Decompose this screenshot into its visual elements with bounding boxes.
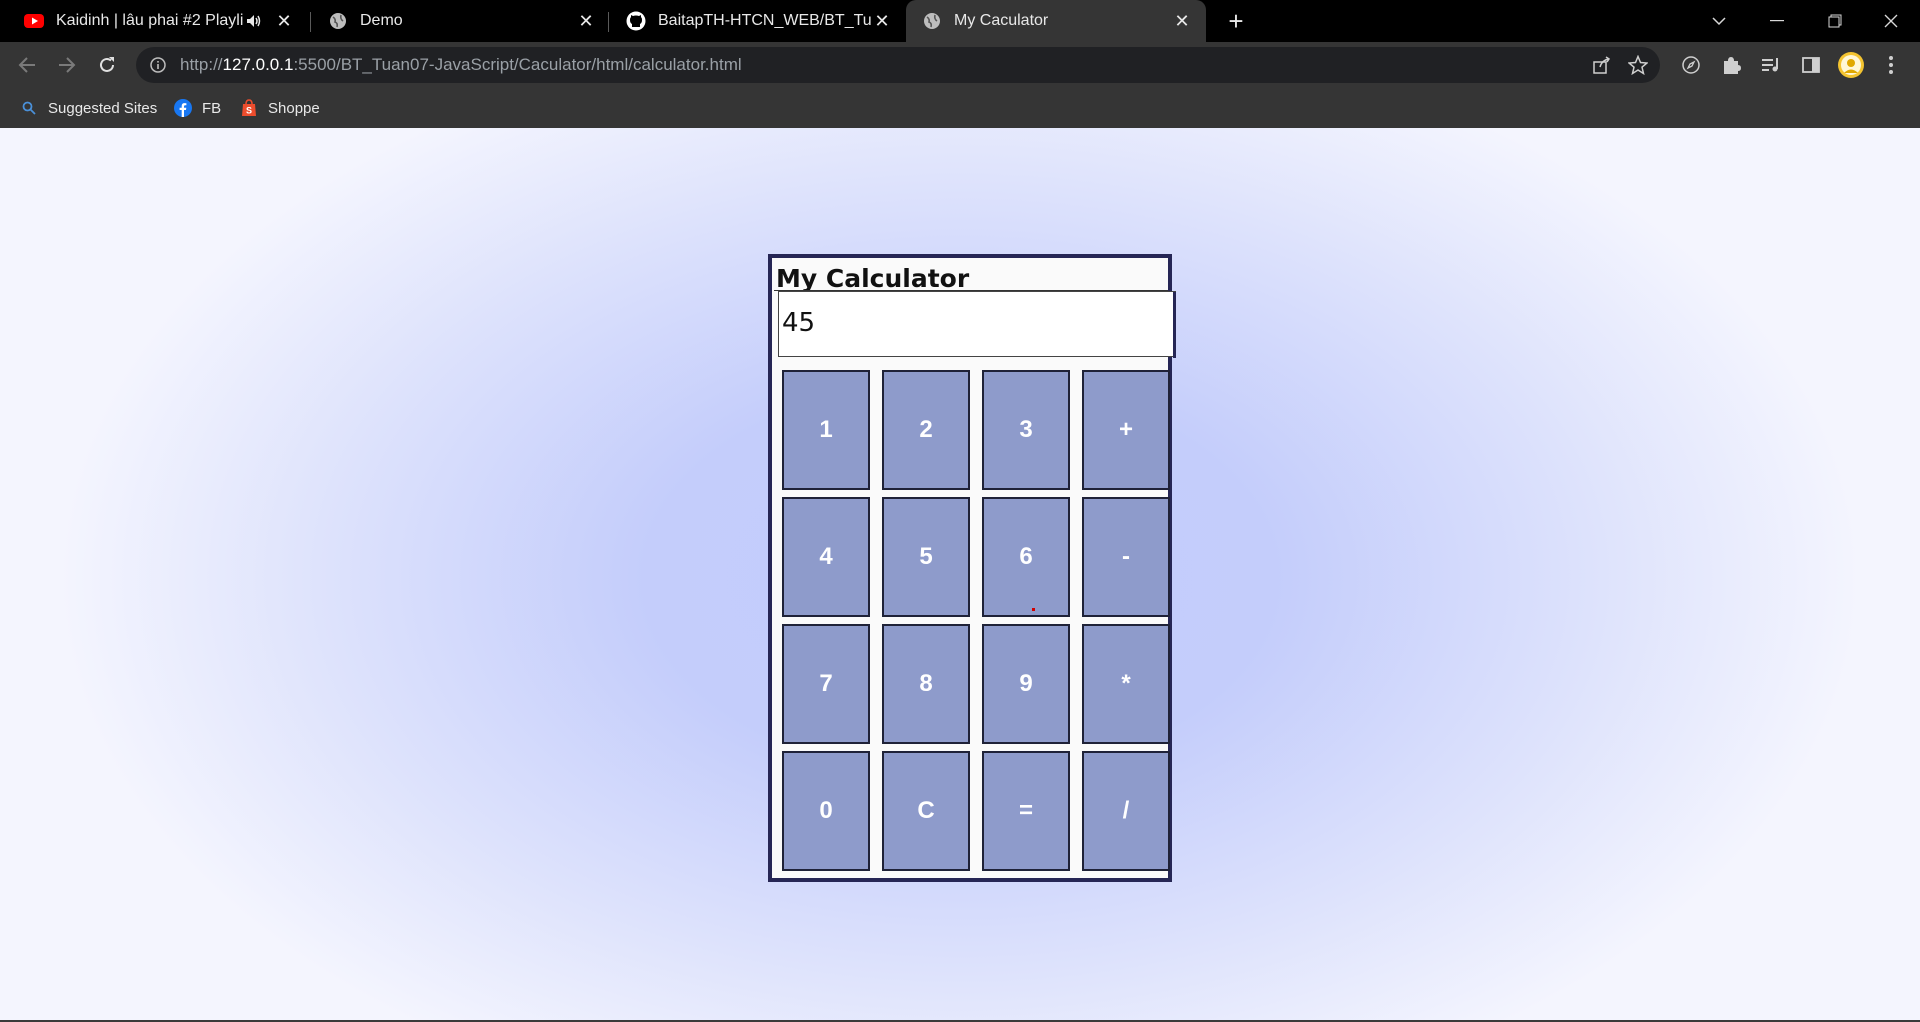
tab-separator: [608, 12, 609, 32]
bookmarks-bar: Suggested Sites FB S Shoppe: [0, 88, 1920, 128]
info-icon[interactable]: [148, 55, 168, 75]
key-8[interactable]: 8: [882, 624, 970, 744]
svg-text:S: S: [246, 106, 252, 116]
close-icon[interactable]: ✕: [576, 11, 596, 31]
tab-separator: [310, 12, 311, 32]
bookmark-fb[interactable]: FB: [174, 96, 221, 120]
key-minus[interactable]: -: [1082, 497, 1170, 617]
bookmark-label: FB: [202, 99, 222, 117]
tab-github[interactable]: BaitapTH-HTCN_WEB/BT_Tuan07 ✕: [610, 0, 906, 42]
url-text[interactable]: http://127.0.0.1:5500/BT_Tuan07-JavaScri…: [180, 55, 742, 75]
display-edge: [1173, 292, 1176, 358]
tab-title: My Caculator: [954, 12, 1049, 29]
close-icon[interactable]: ✕: [872, 11, 892, 31]
page-viewport: My Calculator 45 1 2 3 + 4 5 6 - 7 8 9 *…: [0, 128, 1920, 1022]
tab-demo[interactable]: Demo ✕: [312, 0, 610, 42]
globe-icon: [328, 11, 348, 31]
url-scheme: http://: [180, 55, 223, 74]
key-9[interactable]: 9: [982, 624, 1070, 744]
tab-my-caculator[interactable]: My Caculator ✕: [906, 0, 1206, 42]
close-icon[interactable]: ✕: [274, 11, 294, 31]
minimize-icon[interactable]: [1748, 0, 1806, 42]
speaker-icon[interactable]: [244, 14, 264, 28]
tab-strip: Kaidinh | lâu phai #2 Playlist ✕ Demo ✕ …: [0, 0, 1920, 42]
bookmark-suggested-sites[interactable]: Suggested Sites: [20, 96, 157, 120]
tab-title: Kaidinh | lâu phai #2 Playlist: [56, 12, 244, 29]
key-4[interactable]: 4: [782, 497, 870, 617]
shopee-icon: S: [240, 99, 258, 117]
key-multiply[interactable]: *: [1082, 624, 1170, 744]
facebook-icon: [174, 99, 192, 117]
share-icon[interactable]: [1592, 55, 1612, 75]
media-playlist-icon[interactable]: [1756, 50, 1786, 80]
key-6[interactable]: 6: [982, 497, 1070, 617]
bookmark-label: Shoppe: [268, 99, 320, 117]
key-5[interactable]: 5: [882, 497, 970, 617]
url-path: :5500/BT_Tuan07-JavaScript/Caculator/htm…: [293, 55, 742, 74]
search-icon: [20, 99, 38, 117]
close-window-icon[interactable]: [1862, 0, 1920, 42]
tab-title: BaitapTH-HTCN_WEB/BT_Tuan07: [658, 12, 872, 29]
new-tab-button[interactable]: +: [1222, 6, 1250, 36]
key-equals[interactable]: =: [982, 751, 1070, 871]
display-value: 45: [782, 308, 816, 338]
restore-icon[interactable]: [1806, 0, 1864, 42]
key-2[interactable]: 2: [882, 370, 970, 490]
reload-icon[interactable]: [91, 49, 123, 81]
extensions-puzzle-icon[interactable]: [1716, 50, 1746, 80]
key-3[interactable]: 3: [982, 370, 1070, 490]
menu-kebab-icon[interactable]: [1876, 50, 1906, 80]
browser-toolbar: http://127.0.0.1:5500/BT_Tuan07-JavaScri…: [0, 42, 1920, 88]
key-clear[interactable]: C: [882, 751, 970, 871]
calculator-display[interactable]: 45: [778, 291, 1176, 358]
profile-avatar[interactable]: [1836, 50, 1866, 80]
tab-youtube[interactable]: Kaidinh | lâu phai #2 Playlist ✕: [8, 0, 308, 42]
forward-arrow-icon[interactable]: [51, 49, 83, 81]
back-arrow-icon[interactable]: [11, 49, 43, 81]
url-host: 127.0.0.1: [222, 55, 294, 74]
key-divide[interactable]: /: [1082, 751, 1170, 871]
calculator: My Calculator 45 1 2 3 + 4 5 6 - 7 8 9 *…: [768, 254, 1176, 882]
cursor-dot: [1032, 608, 1035, 611]
close-icon[interactable]: ✕: [1172, 11, 1192, 31]
globe-icon: [922, 11, 942, 31]
tab-search-icon[interactable]: [1690, 0, 1748, 42]
bookmark-label: Suggested Sites: [48, 99, 158, 117]
key-7[interactable]: 7: [782, 624, 870, 744]
calculator-title: My Calculator: [776, 264, 970, 293]
key-0[interactable]: 0: [782, 751, 870, 871]
youtube-icon: [24, 11, 44, 31]
compass-extension-icon[interactable]: [1676, 50, 1706, 80]
tab-title: Demo: [360, 12, 403, 29]
key-plus[interactable]: +: [1082, 370, 1170, 490]
key-1[interactable]: 1: [782, 370, 870, 490]
bookmark-shoppe[interactable]: S Shoppe: [240, 96, 320, 120]
side-panel-icon[interactable]: [1796, 50, 1826, 80]
bookmark-star-icon[interactable]: [1628, 55, 1648, 75]
github-icon: [626, 11, 646, 31]
address-bar[interactable]: http://127.0.0.1:5500/BT_Tuan07-JavaScri…: [136, 47, 1660, 83]
